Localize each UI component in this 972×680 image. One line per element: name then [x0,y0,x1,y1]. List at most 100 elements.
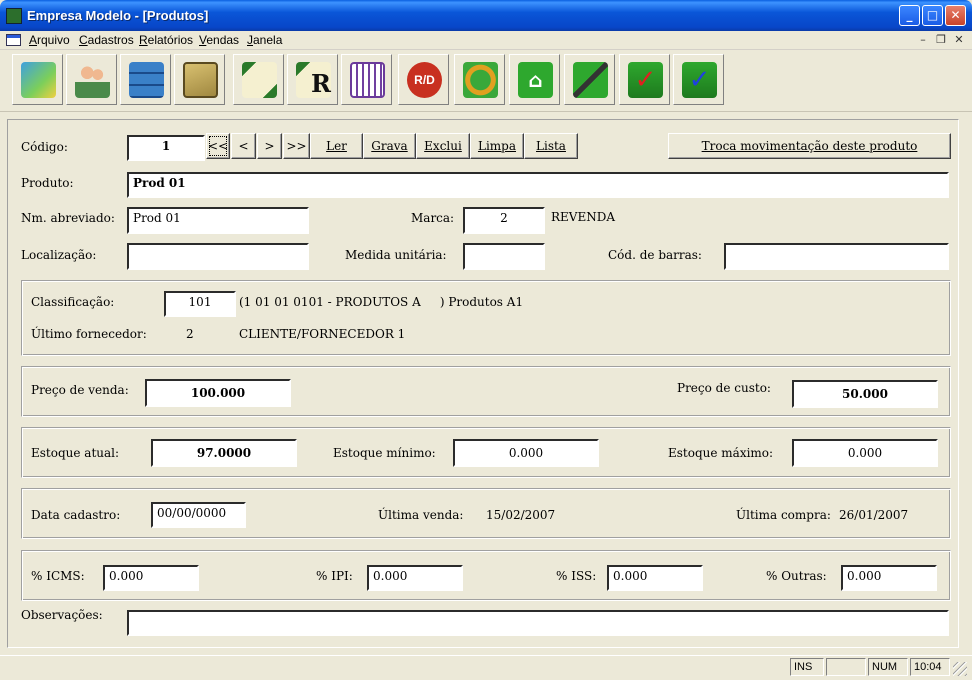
marca-name: REVENDA [551,210,616,224]
fornecedor-name: CLIENTE/FORNECEDOR 1 [239,327,406,341]
estoque-max-label: Estoque máximo: [668,446,774,460]
edit-document-button[interactable] [233,54,284,105]
limpa-button[interactable]: Limpa [470,133,524,159]
mdi-restore-icon[interactable]: ❐ [932,31,950,48]
classificacao-input[interactable]: 101 [164,291,236,317]
produto-label: Produto: [21,176,74,190]
menu-cadastros[interactable]: Cadastros [79,33,134,47]
home-button[interactable]: ⌂ [509,54,560,105]
edit-document-icon [242,62,277,98]
barras-input[interactable] [724,243,949,270]
classificacao-group [21,280,951,356]
localizacao-label: Localização: [21,248,97,262]
estoque-min-label: Estoque mínimo: [333,446,436,460]
outras-input[interactable]: 0.000 [841,565,937,591]
nm-abreviado-label: Nm. abreviado: [21,211,115,225]
last-record-button[interactable]: >> [283,133,310,159]
ipi-input[interactable]: 0.000 [367,565,463,591]
preco-venda-input[interactable]: 100.000 [145,379,291,407]
first-record-button[interactable]: << [206,133,230,159]
grava-button[interactable]: Grava [363,133,416,159]
check-red-icon: ✓ [628,62,663,98]
ultima-venda-label: Última venda: [378,508,464,522]
maximize-button[interactable]: □ [922,5,943,26]
medida-input[interactable] [463,243,545,270]
pen-tool-icon [573,62,608,98]
rd-button[interactable]: R/D [398,54,449,105]
pen-tool-button[interactable] [564,54,615,105]
exclui-button[interactable]: Exclui [416,133,470,159]
estoque-atual-label: Estoque atual: [31,446,120,460]
fornecedor-code: 2 [186,327,194,341]
estoque-max-input[interactable]: 0.000 [792,439,938,467]
estoque-min-input[interactable]: 0.000 [453,439,599,467]
menu-janela[interactable]: Janela [247,33,282,47]
check-blue-button[interactable]: ✓ [673,54,724,105]
next-record-button[interactable]: > [257,133,282,159]
check-red-button[interactable]: ✓ [619,54,670,105]
close-button[interactable]: ✕ [945,5,966,26]
produto-input[interactable]: Prod 01 [127,172,949,198]
fornecedor-label: Último fornecedor: [31,327,147,341]
iss-input[interactable]: 0.000 [607,565,703,591]
ultima-venda-value: 15/02/2007 [486,508,556,522]
app-icon[interactable] [6,8,22,24]
estoque-atual-input[interactable]: 97.0000 [151,439,297,467]
map-icon [21,62,56,98]
status-num: NUM [868,658,908,676]
window-title: Empresa Modelo - [Produtos] [27,8,209,23]
status-blank [826,658,866,676]
preco-custo-label: Preço de custo: [677,381,771,395]
check-blue-icon: ✓ [682,62,717,98]
icms-label: % ICMS: [31,569,85,583]
users-button[interactable] [66,54,117,105]
obs-input[interactable] [127,610,949,636]
minimize-button[interactable]: _ [899,5,920,26]
ultima-compra-label: Última compra: [736,508,831,522]
document-window-icon[interactable] [6,34,21,46]
map-button[interactable] [12,54,63,105]
status-time: 10:04 [910,658,950,676]
home-icon: ⌂ [518,62,553,98]
mdi-minimize-icon[interactable]: – [914,31,932,48]
ipi-label: % IPI: [316,569,353,583]
filing-cabinet-icon [129,62,164,98]
refresh-icon [463,62,498,98]
outras-label: % Outras: [766,569,827,583]
ler-button[interactable]: Ler [310,133,363,159]
troca-movimentacao-button[interactable]: Troca movimentação deste produto [668,133,951,159]
marca-input[interactable]: 2 [463,207,545,234]
classificacao-label: Classificação: [31,295,115,309]
report-button[interactable]: R [287,54,338,105]
codigo-label: Código: [21,140,68,154]
preco-venda-label: Preço de venda: [31,383,129,397]
data-cadastro-label: Data cadastro: [31,508,121,522]
mdi-close-icon[interactable]: ✕ [950,31,968,48]
marca-label: Marca: [411,211,455,225]
refresh-button[interactable] [454,54,505,105]
lista-button[interactable]: Lista [524,133,578,159]
status-ins: INS [790,658,824,676]
preco-custo-input[interactable]: 50.000 [792,380,938,408]
rd-icon: R/D [407,62,442,98]
data-cadastro-input[interactable]: 00/00/0000 [151,502,246,528]
prev-record-button[interactable]: < [231,133,256,159]
localizacao-input[interactable] [127,243,309,270]
ultima-compra-value: 26/01/2007 [839,508,909,522]
codigo-input[interactable]: 1 [127,135,205,161]
medida-label: Medida unitária: [345,248,447,262]
folders-button[interactable] [174,54,225,105]
icms-input[interactable]: 0.000 [103,565,199,591]
calculator-grid-button[interactable] [341,54,392,105]
resize-grip-icon[interactable] [953,662,967,676]
iss-label: % ISS: [556,569,597,583]
folders-icon [183,62,218,98]
obs-label: Observações: [21,608,103,622]
menu-relatorios[interactable]: Relatórios [139,33,193,47]
filing-cabinet-button[interactable] [120,54,171,105]
nm-abreviado-input[interactable]: Prod 01 [127,207,309,234]
users-icon [75,62,110,98]
menu-vendas[interactable]: Vendas [199,33,239,47]
menu-arquivo[interactable]: Arquivo [29,33,70,47]
barras-label: Cód. de barras: [608,248,702,262]
